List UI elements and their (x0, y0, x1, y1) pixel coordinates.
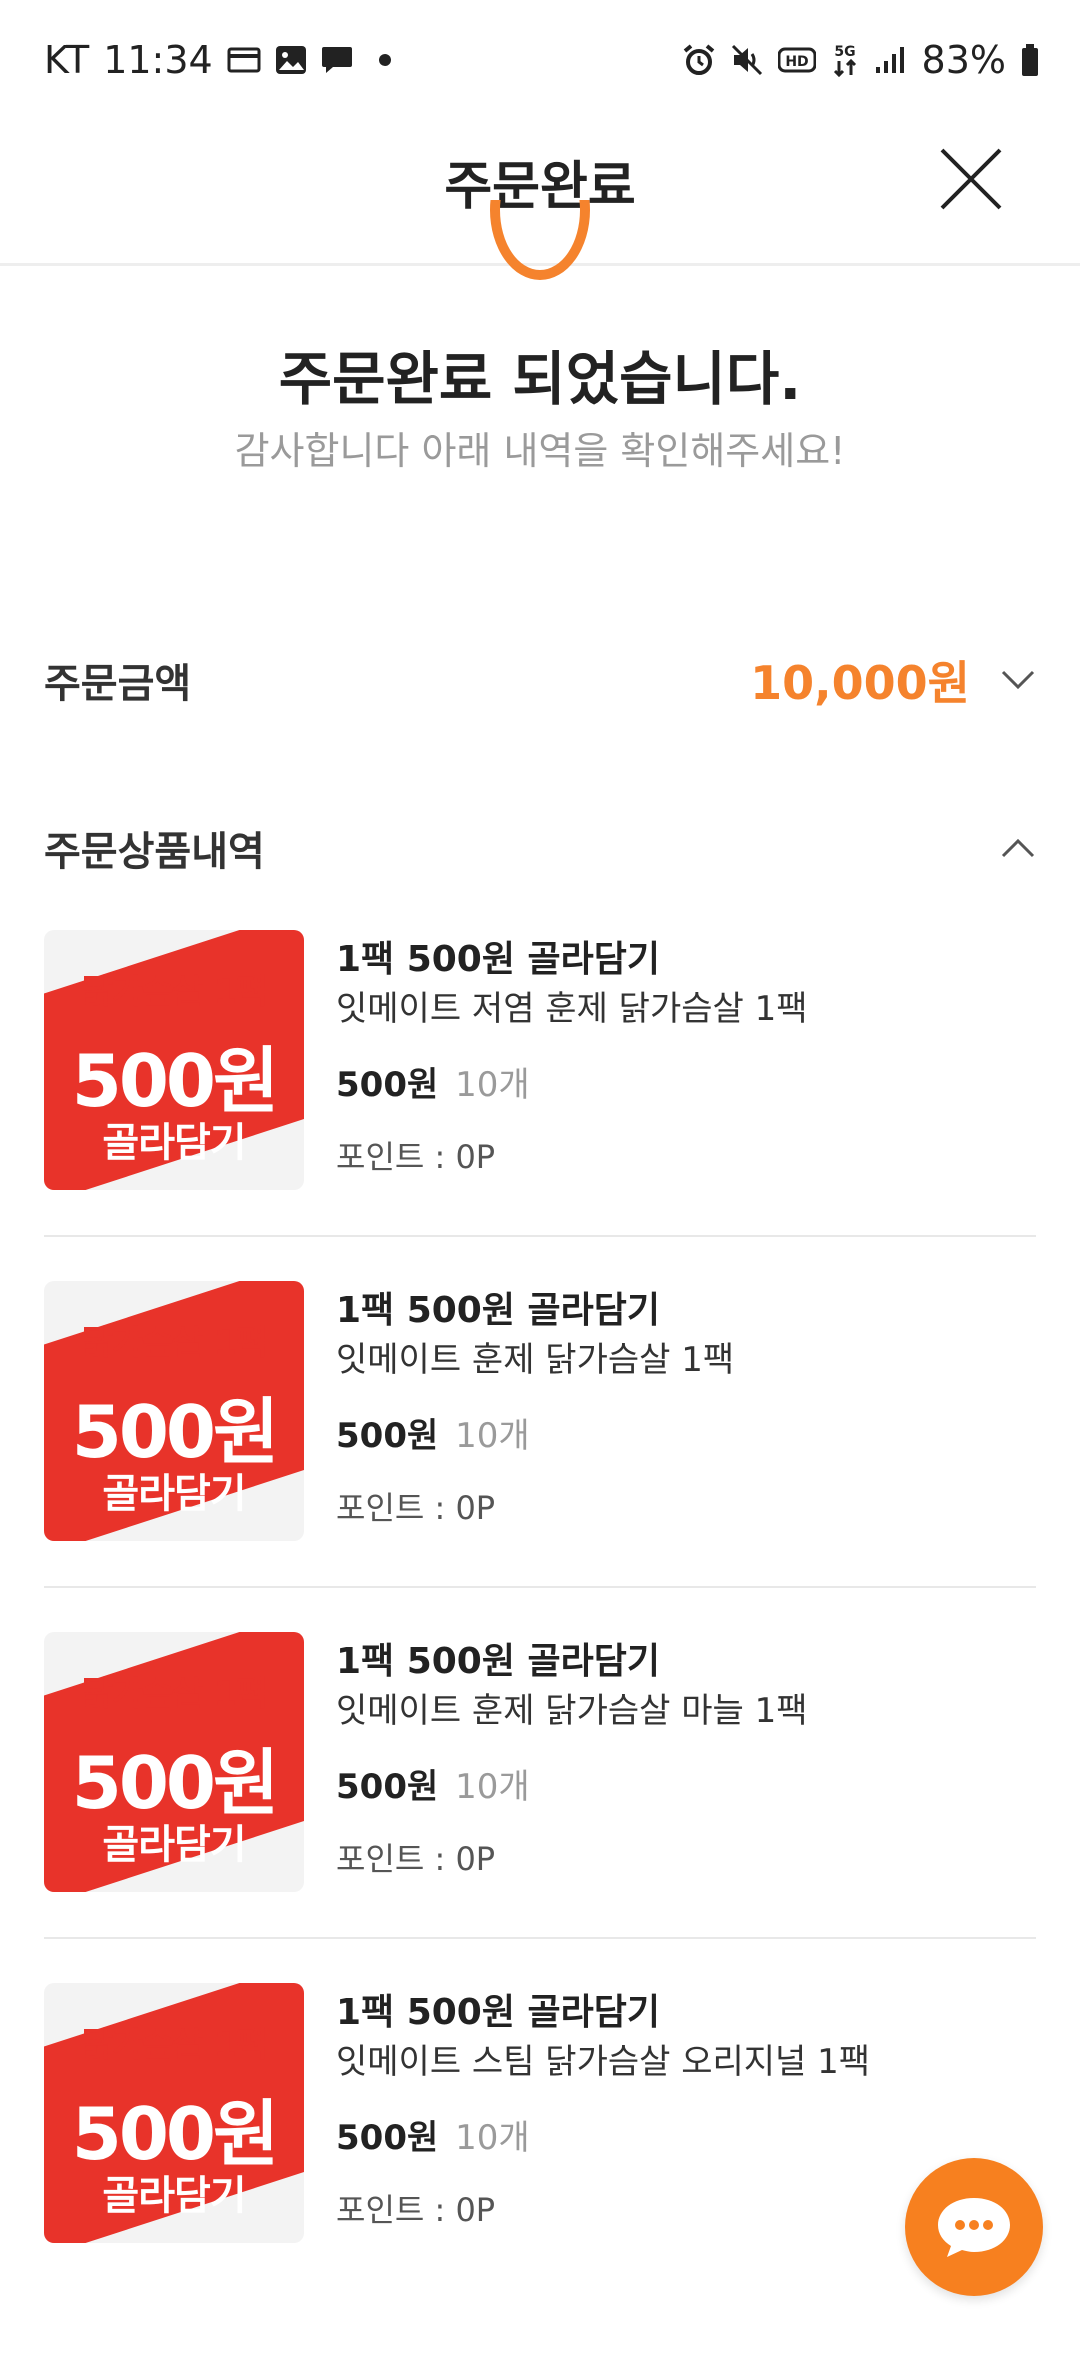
item-point: 포인트 : 0P (336, 2191, 496, 2229)
list-item[interactable]: 닭가슴살 1팩 500원 골라담기 1팩 500원 골라담기 잇메이트 저염 훈… (44, 930, 1036, 1237)
order-items-label: 주문상품내역 (44, 829, 265, 875)
thumbnail-top-text: 닭가슴살 1팩 (81, 1323, 268, 1363)
item-quantity: 10개 (455, 1416, 530, 1456)
chat-button[interactable] (905, 2158, 1043, 2296)
chevron-up-icon[interactable] (1000, 837, 1036, 859)
card-icon (227, 46, 261, 74)
hd-voice-icon: HD (777, 45, 816, 75)
item-point: 포인트 : 0P (336, 1489, 496, 1527)
order-amount-value: 10,000원 (750, 656, 970, 710)
complete-check-icon (490, 200, 590, 290)
item-price: 500원 (336, 1416, 439, 1456)
item-name: 잇메이트 저염 훈제 닭가슴살 1팩 (336, 989, 808, 1029)
item-point: 포인트 : 0P (336, 1138, 496, 1176)
complete-message: 주문완료 되었습니다. (278, 345, 802, 413)
item-price-row: 500원 10개 (336, 2113, 870, 2163)
clock: 11:34 (103, 38, 213, 82)
battery-icon (1020, 43, 1040, 77)
item-name: 잇메이트 훈제 닭가슴살 마늘 1팩 (336, 1691, 808, 1731)
item-price: 500원 (336, 1767, 439, 1807)
item-info: 1팩 500원 골라담기 잇메이트 저염 훈제 닭가슴살 1팩 500원 10개… (336, 930, 808, 1235)
thumbnail-bottom-text: 골라담기 (102, 1471, 246, 1517)
product-thumbnail[interactable]: 닭가슴살 1팩 500원 골라담기 (44, 1281, 304, 1541)
svg-text:HD: HD (785, 54, 808, 70)
item-quantity: 10개 (455, 2118, 530, 2158)
chat-icon (938, 2198, 1010, 2257)
order-items-list: 닭가슴살 1팩 500원 골라담기 1팩 500원 골라담기 잇메이트 저염 훈… (44, 930, 1036, 2290)
status-right: HD 5G 83% (682, 38, 1040, 82)
carrier-label: KT (44, 38, 90, 82)
item-title: 1팩 500원 골라담기 (336, 1992, 660, 2033)
status-bar: KT 11:34 HD 5G 83% (0, 0, 1080, 120)
order-amount-right: 10,000원 (750, 647, 1036, 713)
item-price: 500원 (336, 2118, 439, 2158)
status-left: KT 11:34 (44, 38, 391, 82)
signal-icon (874, 45, 908, 75)
thumbnail-bottom-text: 골라담기 (102, 1120, 246, 1166)
thumbnail-top-text: 닭가슴살 1팩 (81, 972, 268, 1012)
list-item[interactable]: 닭가슴살 1팩 500원 골라담기 1팩 500원 골라담기 잇메이트 스팀 닭… (44, 1939, 1036, 2290)
item-title: 1팩 500원 골라담기 (336, 1290, 660, 1331)
order-amount-label: 주문금액 (44, 661, 192, 707)
notification-dot-icon (378, 54, 391, 66)
message-icon (321, 45, 353, 75)
item-quantity: 10개 (455, 1767, 530, 1807)
item-price-row: 500원 10개 (336, 1411, 734, 1461)
item-title: 1팩 500원 골라담기 (336, 939, 660, 980)
product-thumbnail[interactable]: 닭가슴살 1팩 500원 골라담기 (44, 930, 304, 1190)
item-point: 포인트 : 0P (336, 1840, 496, 1878)
list-item[interactable]: 닭가슴살 1팩 500원 골라담기 1팩 500원 골라담기 잇메이트 훈제 닭… (44, 1237, 1036, 1588)
item-price-row: 500원 10개 (336, 1762, 808, 1812)
order-items-header[interactable]: 주문상품내역 (44, 808, 1036, 888)
close-icon (940, 148, 1002, 210)
svg-text:5G: 5G (834, 44, 855, 60)
item-quantity: 10개 (455, 1065, 530, 1105)
item-info: 1팩 500원 골라담기 잇메이트 훈제 닭가슴살 마늘 1팩 500원 10개… (336, 1632, 808, 1937)
thumbnail-top-text: 닭가슴살 1팩 (81, 2025, 268, 2065)
5g-data-icon: 5G (830, 41, 860, 79)
product-thumbnail[interactable]: 닭가슴살 1팩 500원 골라담기 (44, 1632, 304, 1892)
battery-percent: 83% (921, 38, 1006, 82)
mute-icon (730, 43, 764, 77)
item-info: 1팩 500원 골라담기 잇메이트 훈제 닭가슴살 1팩 500원 10개 포인… (336, 1281, 734, 1586)
order-amount-row[interactable]: 주문금액 10,000원 (44, 640, 1036, 720)
item-name: 잇메이트 스팀 닭가슴살 오리지널 1팩 (336, 2042, 871, 2082)
item-title: 1팩 500원 골라담기 (336, 1641, 660, 1682)
complete-subtitle: 감사합니다 아래 내역을 확인해주세요! (234, 429, 846, 473)
chevron-down-icon[interactable] (1000, 669, 1036, 691)
item-name: 잇메이트 훈제 닭가슴살 1팩 (336, 1340, 735, 1380)
gallery-icon (275, 45, 307, 75)
thumbnail-bottom-text: 골라담기 (102, 1822, 246, 1868)
thumbnail-bottom-text: 골라담기 (102, 2173, 246, 2219)
item-price: 500원 (336, 1065, 439, 1105)
item-info: 1팩 500원 골라담기 잇메이트 스팀 닭가슴살 오리지널 1팩 500원 1… (336, 1983, 870, 2290)
close-button[interactable] (936, 144, 1006, 214)
product-thumbnail[interactable]: 닭가슴살 1팩 500원 골라담기 (44, 1983, 304, 2243)
alarm-icon (682, 43, 716, 77)
thumbnail-top-text: 닭가슴살 1팩 (81, 1674, 268, 1714)
list-item[interactable]: 닭가슴살 1팩 500원 골라담기 1팩 500원 골라담기 잇메이트 훈제 닭… (44, 1588, 1036, 1939)
item-price-row: 500원 10개 (336, 1060, 808, 1110)
